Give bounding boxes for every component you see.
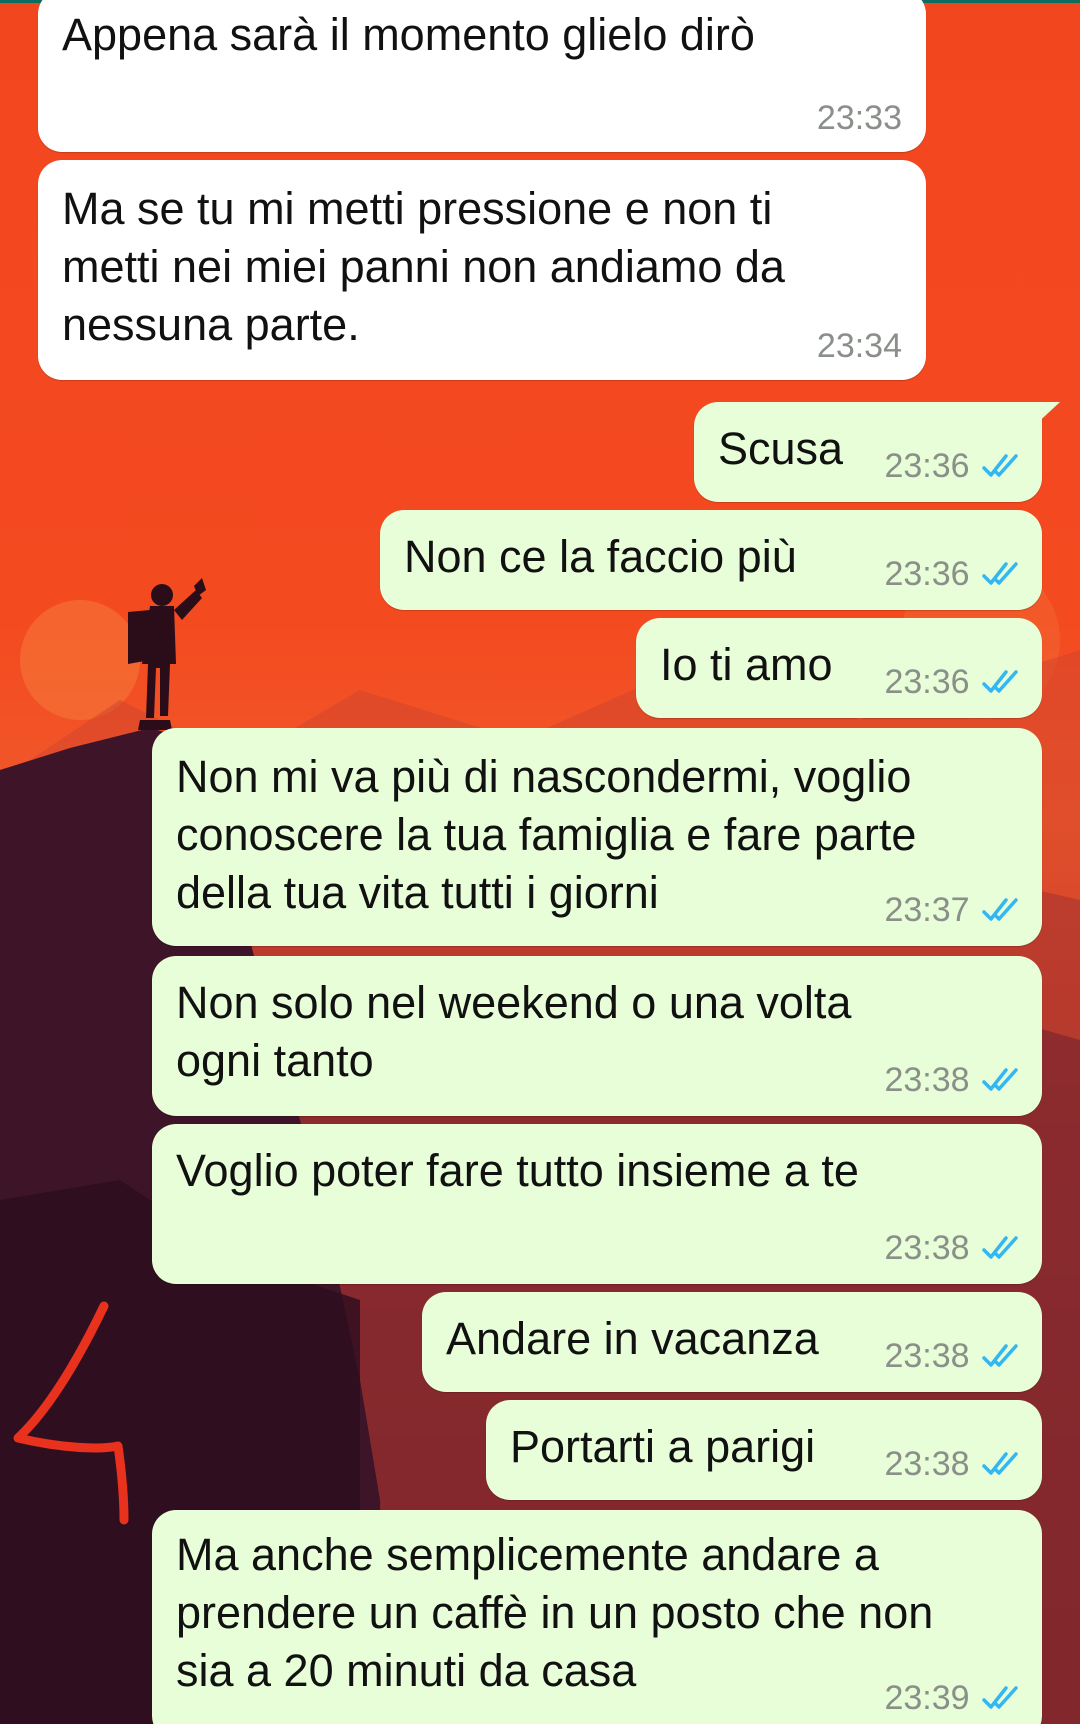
message-meta: 23:39 bbox=[884, 1678, 1022, 1718]
message-text: Andare in vacanza bbox=[446, 1313, 819, 1364]
message-text: Voglio poter fare tutto insieme a te bbox=[176, 1145, 859, 1196]
message-time: 23:38 bbox=[884, 1337, 970, 1375]
message-meta: 23:38 bbox=[884, 1336, 1022, 1376]
message-meta: 23:38 bbox=[884, 1228, 1022, 1268]
message-time: 23:38 bbox=[884, 1061, 970, 1099]
message-time: 23:37 bbox=[884, 891, 970, 929]
message-meta: 23:34 bbox=[817, 326, 902, 366]
double-check-icon bbox=[982, 898, 1018, 921]
message-time: 23:36 bbox=[884, 447, 970, 485]
message-text: Scusa bbox=[718, 423, 844, 474]
message-time: 23:34 bbox=[816, 327, 902, 365]
message-bubble-outgoing[interactable]: Scusa 23:36 bbox=[694, 402, 1060, 502]
message-bubble-outgoing[interactable]: Ma anche semplicemente andare a prendere… bbox=[152, 1510, 1042, 1724]
double-check-icon bbox=[982, 1452, 1018, 1475]
hiker-silhouette bbox=[128, 578, 206, 730]
message-time: 23:36 bbox=[884, 555, 970, 593]
message-bubble-outgoing[interactable]: Io ti amo 23:36 bbox=[636, 618, 1042, 718]
message-bubble-outgoing[interactable]: Portarti a parigi 23:38 bbox=[486, 1400, 1042, 1500]
message-meta: 23:37 bbox=[884, 890, 1022, 930]
message-meta: 23:38 bbox=[884, 1060, 1022, 1100]
double-check-icon bbox=[982, 1344, 1018, 1367]
message-meta: 23:33 bbox=[817, 98, 902, 138]
message-text: Io ti amo bbox=[660, 639, 833, 690]
message-time: 23:33 bbox=[816, 99, 902, 137]
double-check-icon bbox=[982, 1068, 1018, 1091]
message-bubble-outgoing[interactable]: Andare in vacanza 23:38 bbox=[422, 1292, 1042, 1392]
double-check-icon bbox=[982, 670, 1018, 693]
message-text: Non mi va più di nascondermi, voglio con… bbox=[176, 751, 917, 918]
double-check-icon bbox=[982, 1686, 1018, 1709]
message-time: 23:38 bbox=[884, 1445, 970, 1483]
message-meta: 23:36 bbox=[884, 446, 1022, 486]
message-bubble-outgoing[interactable]: Voglio poter fare tutto insieme a te 23:… bbox=[152, 1124, 1042, 1284]
message-text: Ma se tu mi metti pressione e non ti met… bbox=[62, 183, 785, 350]
message-text: Ma anche semplicemente andare a prendere… bbox=[176, 1529, 934, 1696]
message-time: 23:38 bbox=[884, 1229, 970, 1267]
message-time: 23:39 bbox=[884, 1679, 970, 1717]
message-text: Portarti a parigi bbox=[510, 1421, 816, 1472]
message-time: 23:36 bbox=[884, 663, 970, 701]
message-meta: 23:36 bbox=[884, 554, 1022, 594]
message-text: Non ce la faccio più bbox=[404, 531, 797, 582]
message-bubble-outgoing[interactable]: Non solo nel weekend o una volta ogni ta… bbox=[152, 956, 1042, 1116]
message-bubble-incoming[interactable]: Ma se tu mi metti pressione e non ti met… bbox=[38, 160, 926, 380]
double-check-icon bbox=[982, 562, 1018, 585]
message-bubble-outgoing[interactable]: Non ce la faccio più 23:36 bbox=[380, 510, 1042, 610]
message-bubble-incoming[interactable]: Appena sarà il momento glielo dirò 23:33 bbox=[38, 0, 926, 152]
double-check-icon bbox=[982, 1236, 1018, 1259]
message-meta: 23:38 bbox=[884, 1444, 1022, 1484]
double-check-icon bbox=[982, 454, 1018, 477]
bubble-tail bbox=[1032, 402, 1060, 428]
chat-view[interactable]: Appena sarà il momento glielo dirò 23:33… bbox=[0, 0, 1080, 1724]
message-bubble-outgoing[interactable]: Non mi va più di nascondermi, voglio con… bbox=[152, 728, 1042, 946]
message-text: Appena sarà il momento glielo dirò bbox=[62, 9, 755, 60]
message-meta: 23:36 bbox=[884, 662, 1022, 702]
message-text: Non solo nel weekend o una volta ogni ta… bbox=[176, 977, 852, 1086]
